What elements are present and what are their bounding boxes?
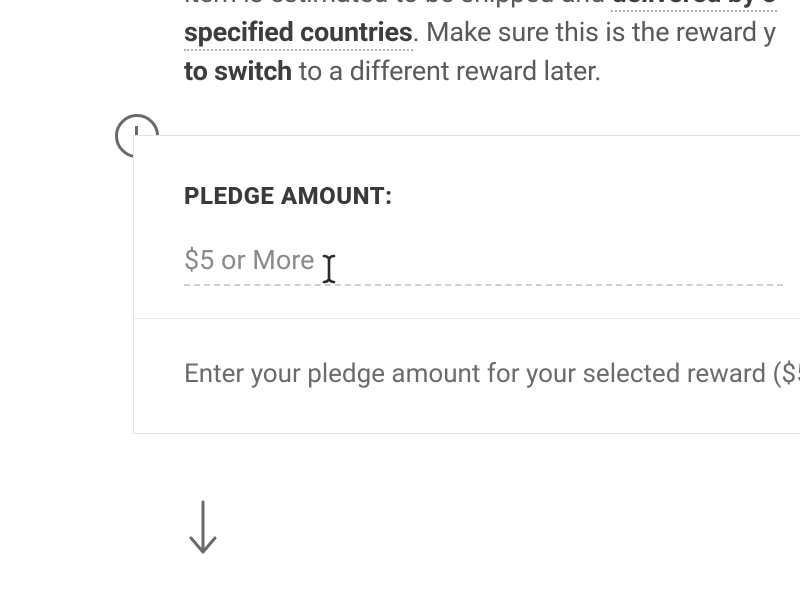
reward-intro-text: item is estimated to be shipped and deli… [184,0,800,91]
intro-line1-prefix: item is estimated to be shipped and [184,0,611,9]
pledge-amount-section: PLEDGE AMOUNT: [134,136,800,318]
pledge-card: PLEDGE AMOUNT: Enter your pledge amount … [133,135,800,434]
pledge-helper-text: Enter your pledge amount for your select… [134,319,800,433]
pledge-amount-label: PLEDGE AMOUNT: [184,182,783,210]
arrow-down-icon [186,498,220,558]
intro-line3-after: to a different reward later. [292,55,601,87]
intro-line2-bold: specified countries [184,16,413,51]
intro-line1-bold: delivered by J [611,0,777,12]
intro-line2-after: . Make sure this is the reward y [413,16,776,48]
intro-line3-bold: to switch [184,55,292,87]
pledge-amount-input[interactable] [184,244,783,286]
pledge-input-row [184,244,783,286]
